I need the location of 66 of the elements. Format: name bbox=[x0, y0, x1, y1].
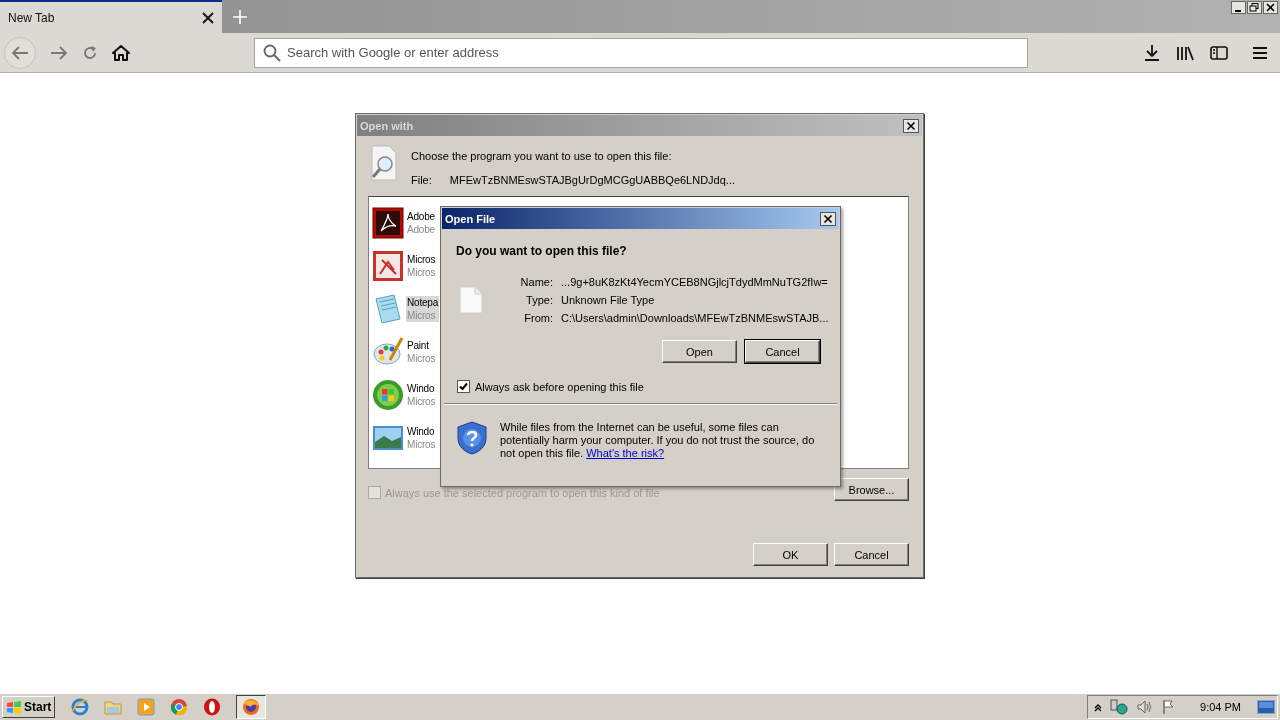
firefox-icon bbox=[242, 698, 261, 716]
warning-text: While files from the Internet can be useful, some files can potentially harm your computer. If you do not trust the source, do not open this file. What's the risk? bbox=[500, 421, 816, 460]
back-button[interactable] bbox=[4, 36, 36, 69]
dialog-button[interactable]: Open bbox=[662, 340, 737, 363]
sidebar-icon[interactable] bbox=[1210, 44, 1228, 61]
file-name: MFEwTzBNMEswSTAJBgUrDgMCGgUABBQe6LNDJdq... bbox=[449, 174, 736, 186]
opera-icon bbox=[203, 698, 222, 716]
dialog-button[interactable]: Browse... bbox=[834, 478, 909, 501]
dialog-button[interactable]: Cancel bbox=[834, 543, 909, 566]
shield-icon bbox=[457, 421, 487, 455]
program-item[interactable]: Paint Micros bbox=[406, 338, 437, 365]
show-desktop-icon[interactable] bbox=[1257, 700, 1275, 714]
start-button[interactable]: Start bbox=[2, 696, 56, 718]
program-icon bbox=[372, 249, 404, 282]
program-item[interactable]: Windo Micros bbox=[406, 381, 437, 408]
search-icon bbox=[263, 43, 281, 62]
program-icon bbox=[372, 292, 404, 325]
reload-icon[interactable] bbox=[82, 44, 98, 61]
home-icon[interactable] bbox=[112, 44, 130, 61]
library-icon[interactable] bbox=[1176, 44, 1194, 61]
restore-icon[interactable] bbox=[1247, 1, 1262, 14]
browser-icon bbox=[71, 698, 90, 716]
dialog-heading: Do you want to open this file? bbox=[455, 243, 628, 258]
close-icon[interactable] bbox=[1263, 1, 1278, 14]
program-item[interactable]: Windo Micros bbox=[406, 424, 437, 451]
program-item[interactable]: Adobe Adobe bbox=[406, 209, 436, 236]
dialog-title: Open File bbox=[445, 212, 496, 225]
dialog-title: Open with bbox=[360, 119, 414, 132]
file-icon bbox=[459, 286, 483, 314]
close-icon[interactable] bbox=[820, 211, 836, 226]
back-arrow-icon bbox=[11, 44, 29, 61]
dialog-button[interactable]: OK bbox=[753, 543, 828, 566]
field-value: ...9g+8uK8zKt4YecmYCEB8NGjlcjTdydMmNuTG2fIw= bbox=[561, 276, 829, 288]
checkbox-label: Always ask before opening this file bbox=[475, 380, 644, 393]
prompt-text: Choose the program you want to use to open this file: bbox=[411, 150, 673, 162]
program-icon bbox=[372, 335, 404, 368]
taskbar-app[interactable] bbox=[203, 696, 222, 718]
field-label: Name: bbox=[519, 276, 553, 288]
program-icon bbox=[372, 378, 404, 411]
close-icon[interactable] bbox=[202, 11, 214, 24]
network-icon[interactable] bbox=[1110, 699, 1129, 715]
program-item[interactable]: Micros Micros bbox=[406, 252, 437, 279]
checkbox[interactable] bbox=[457, 380, 470, 393]
browser-tab[interactable]: New Tab bbox=[0, 0, 222, 33]
file-label: File: bbox=[411, 174, 432, 186]
program-icon bbox=[372, 206, 404, 239]
download-icon[interactable] bbox=[1144, 43, 1160, 62]
risk-link[interactable]: What's the risk? bbox=[586, 447, 665, 459]
program-item[interactable]: Notepa Micros bbox=[406, 295, 440, 322]
clock[interactable]: 9:04 PM bbox=[1200, 701, 1241, 713]
field-label: From: bbox=[523, 312, 553, 324]
field-value: Unknown File Type bbox=[561, 294, 656, 306]
dialog-button[interactable]: Cancel bbox=[745, 340, 820, 363]
chrome-icon bbox=[170, 698, 189, 716]
minimize-icon[interactable] bbox=[1231, 1, 1246, 14]
chevron-up-icon[interactable] bbox=[1094, 702, 1103, 712]
windows-logo-icon bbox=[6, 699, 22, 715]
taskbar-app[interactable] bbox=[236, 695, 267, 719]
field-value: C:\Users\admin\Downloads\MFEwTzBNMEswSTAJB... bbox=[561, 312, 829, 324]
file-search-icon bbox=[369, 145, 399, 181]
field-label: Type: bbox=[525, 294, 553, 306]
folder-icon bbox=[104, 698, 123, 716]
forward-icon[interactable] bbox=[50, 44, 68, 61]
new-tab-icon[interactable] bbox=[232, 8, 248, 25]
play-icon bbox=[137, 698, 156, 716]
menu-icon[interactable] bbox=[1252, 44, 1268, 61]
